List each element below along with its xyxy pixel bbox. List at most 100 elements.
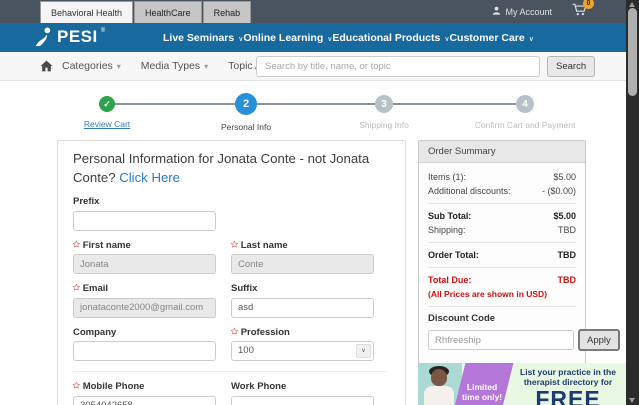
summary-divider (428, 203, 576, 204)
ad-copy: List your practice in the therapist dire… (506, 363, 630, 405)
select-chevron-icon: ∨ (356, 343, 371, 358)
order-total-label: Order Total: (428, 250, 479, 260)
required-star-icon: ✩ (73, 381, 80, 391)
company-label: Company (73, 327, 216, 338)
company-field[interactable] (73, 341, 216, 362)
items-row: Items (1): $5.00 (419, 171, 585, 183)
work-phone-field[interactable] (231, 395, 374, 405)
required-star-icon: ✩ (231, 326, 238, 336)
menu-media-types-label: Media Types (140, 60, 201, 72)
site-topbar: Behavioral Health HealthCare Rehab My Ac… (0, 0, 639, 23)
not-you-link[interactable]: Click Here (119, 170, 180, 185)
primary-nav: PESI ® Live Seminars ∨ Online Learning ∨… (0, 23, 639, 52)
step-shipping-info-label: Shipping Info (359, 120, 409, 130)
nav-live-seminars[interactable]: Live Seminars ∨ (163, 32, 243, 44)
form-heading-text: Personal Information for Jonata Conte - … (73, 151, 370, 186)
search-input[interactable] (256, 56, 540, 77)
apply-discount-button[interactable]: Apply (578, 329, 620, 351)
profession-selected-value: 100 (238, 345, 254, 357)
discount-code-row: Apply (419, 329, 620, 351)
cart-button[interactable]: 0 (572, 0, 594, 21)
brand-name: PESI (57, 27, 98, 46)
step-confirm-payment-label: Confirm Cart and Payment (474, 120, 576, 130)
page-scrollbar[interactable] (626, 0, 639, 405)
email-field (73, 297, 216, 318)
company-label-text: Company (73, 326, 117, 338)
scrollbar-down-arrow-icon[interactable] (629, 398, 635, 403)
prefix-field[interactable] (73, 210, 216, 231)
my-account-label: My Account (505, 6, 552, 17)
scrollbar-thumb[interactable] (628, 8, 637, 96)
secondary-nav: Categories ▾ Media Types ▾ Topic Areas ▾… (0, 52, 639, 81)
mobile-phone-field[interactable] (73, 395, 216, 405)
pesi-logo[interactable]: PESI ® (34, 26, 105, 53)
usd-note: (All Prices are shown in USD) (428, 289, 548, 299)
discounts-row: Additional discounts: - ($0.00) (419, 185, 585, 197)
checkout-stepper: ✓ Review Cart 2 Personal Info 3 Shipping… (0, 93, 627, 135)
discount-code-label: Discount Code (428, 313, 496, 324)
required-star-icon: ✩ (231, 239, 238, 249)
step-confirm-payment: 4 Confirm Cart and Payment (459, 93, 591, 130)
discount-code-input[interactable] (428, 330, 574, 350)
summary-divider (428, 306, 576, 307)
step-review-cart: ✓ Review Cart (47, 93, 167, 129)
shipping-value: TBD (558, 225, 576, 235)
total-due-label: Total Due: (428, 275, 472, 285)
step-shipping-info: 3 Shipping Info (324, 93, 444, 130)
discounts-label: Additional discounts: (428, 186, 511, 196)
ad-headline-line1: List your practice in the (520, 367, 616, 377)
total-due-value: TBD (557, 275, 577, 285)
order-total-value: TBD (557, 250, 577, 260)
tab-rehab[interactable]: Rehab (202, 1, 252, 23)
nav-educational-products[interactable]: Educational Products ∨ (332, 32, 449, 44)
primary-nav-items: Live Seminars ∨ Online Learning ∨ Educat… (163, 23, 534, 52)
chevron-down-icon: ∨ (528, 35, 534, 43)
chevron-down-icon: ∨ (444, 35, 450, 43)
tab-healthcare[interactable]: HealthCare (134, 1, 202, 23)
step-personal-info-label: Personal Info (220, 122, 272, 132)
step-upcoming-dot: 4 (516, 95, 534, 113)
items-value: $5.00 (553, 172, 576, 182)
ad-ribbon-text: Limited time only! (461, 382, 503, 402)
pesi-checkout-page: Behavioral Health HealthCare Rehab My Ac… (0, 0, 639, 405)
nav-online-learning[interactable]: Online Learning ∨ (243, 32, 332, 44)
subtotal-label: Sub Total: (428, 211, 472, 221)
tab-behavioral-health[interactable]: Behavioral Health (40, 1, 134, 23)
first-name-label-text: First name (82, 239, 131, 251)
menu-media-types[interactable]: Media Types ▾ (141, 60, 208, 72)
site-section-tabs: Behavioral Health HealthCare Rehab (40, 1, 252, 23)
total-due-row: Total Due: TBD (419, 274, 585, 286)
topbar-right: My Account 0 (492, 0, 594, 23)
summary-divider (428, 242, 576, 243)
email-label: ✩ Email (73, 283, 216, 294)
step-personal-info: 2 Personal Info (186, 93, 306, 132)
suffix-field[interactable] (231, 297, 374, 318)
shipping-label: Shipping: (428, 225, 466, 235)
step-active-dot: 2 (235, 93, 257, 115)
order-total-row: Order Total: TBD (419, 249, 585, 261)
required-star-icon: ✩ (73, 283, 80, 293)
subtotal-value: $5.00 (553, 211, 576, 221)
therapist-directory-ad[interactable]: Limited time only! List your practice in… (418, 363, 630, 405)
last-name-field (231, 254, 374, 275)
search-button[interactable]: Search (547, 56, 596, 77)
menu-categories[interactable]: Categories ▾ (62, 60, 121, 72)
profession-label-text: Profession (240, 326, 290, 338)
order-summary-title: Order Summary (419, 141, 585, 163)
pesi-logo-icon (34, 26, 54, 53)
first-name-field (73, 254, 216, 275)
chevron-down-icon: ∨ (327, 35, 333, 43)
personal-info-form: Personal Information for Jonata Conte - … (57, 140, 406, 405)
user-icon (492, 6, 501, 17)
my-account-button[interactable]: My Account (492, 6, 552, 17)
nav-customer-care[interactable]: Customer Care ∨ (449, 32, 533, 44)
subtotal-row: Sub Total: $5.00 (419, 210, 585, 222)
nav-educational-products-label: Educational Products (332, 31, 441, 44)
profession-select[interactable]: 100 ∨ (231, 340, 374, 361)
nav-online-learning-label: Online Learning (243, 31, 324, 44)
scrollbar-up-arrow-icon[interactable] (629, 2, 635, 7)
step-review-cart-link[interactable]: Review Cart (47, 119, 167, 129)
home-icon[interactable] (40, 59, 53, 77)
caret-down-icon: ▾ (116, 61, 121, 71)
discounts-value: - ($0.00) (541, 186, 576, 196)
